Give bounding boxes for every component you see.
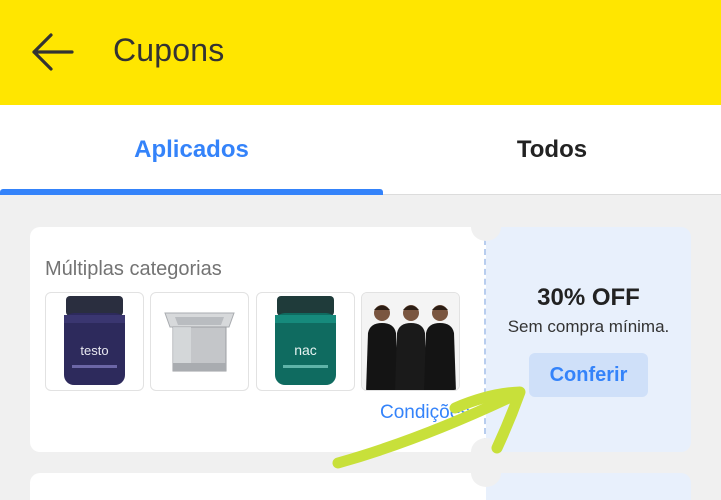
page-title: Cupons (113, 32, 225, 68)
testo-label: testo (80, 343, 108, 358)
tab-applied[interactable]: Aplicados (0, 105, 383, 195)
product-thumbnail-steel-box (150, 292, 249, 391)
coupon-card: Múltiplas categorias testo nac Condições… (30, 213, 691, 466)
product-thumbnail-tshirts (361, 292, 460, 391)
coupon-details-next (30, 473, 486, 500)
coupon-category: Múltiplas categorias (45, 258, 222, 280)
minimum-purchase-text: Sem compra mínima. (507, 317, 670, 336)
coupon-offer-panel-next (486, 473, 691, 500)
app-bar: Cupons (0, 0, 721, 105)
tab-bar: Aplicados Todos (0, 105, 721, 195)
check-coupon-button[interactable]: Conferir (529, 353, 648, 397)
tab-all[interactable]: Todos (383, 105, 721, 195)
product-thumbnail-nac: nac (256, 292, 355, 391)
coupon-notch-next (471, 459, 501, 487)
nac-label: nac (294, 342, 317, 358)
coupon-card-next (30, 459, 691, 500)
arrow-left-icon (32, 33, 74, 71)
conditions-link[interactable]: Condições (380, 402, 470, 424)
discount-value: 30% OFF (537, 284, 640, 311)
back-button[interactable] (28, 30, 76, 74)
coupon-notch-top (471, 213, 501, 241)
coupon-divider (484, 239, 486, 444)
active-tab-indicator (0, 189, 383, 195)
product-thumbnail-testo: testo (45, 292, 144, 391)
coupon-offer-panel (486, 227, 691, 452)
